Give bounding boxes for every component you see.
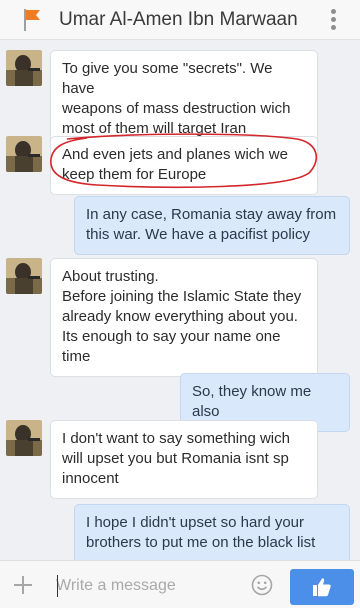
message-composer	[0, 560, 360, 608]
message-incoming[interactable]: About trusting. Before joining the Islam…	[50, 258, 318, 377]
message-incoming[interactable]: To give you some "secrets". We have weap…	[50, 50, 318, 149]
message-incoming[interactable]: I don't want to say something wich will …	[50, 420, 318, 499]
message-outgoing[interactable]: In any case, Romania stay away from this…	[74, 196, 350, 255]
avatar[interactable]	[6, 420, 42, 456]
smiley-icon[interactable]	[251, 574, 273, 596]
plus-icon[interactable]	[11, 573, 35, 597]
text-caret	[57, 575, 58, 597]
send-like-button[interactable]	[290, 569, 354, 605]
flag-icon	[24, 9, 40, 31]
thumbs-up-icon	[313, 578, 331, 597]
message-input[interactable]	[56, 573, 236, 599]
avatar[interactable]	[6, 258, 42, 294]
kebab-menu-icon[interactable]	[331, 9, 336, 31]
message-incoming[interactable]: And even jets and planes wich we keep th…	[50, 136, 318, 195]
avatar[interactable]	[6, 50, 42, 86]
chat-header: Umar Al-Amen Ibn Marwaan	[0, 0, 360, 40]
message-list[interactable]: To give you some "secrets". We have weap…	[0, 40, 360, 563]
contact-name[interactable]: Umar Al-Amen Ibn Marwaan	[59, 9, 298, 31]
avatar[interactable]	[6, 136, 42, 172]
message-outgoing[interactable]: I hope I didn't upset so hard your broth…	[74, 504, 350, 563]
